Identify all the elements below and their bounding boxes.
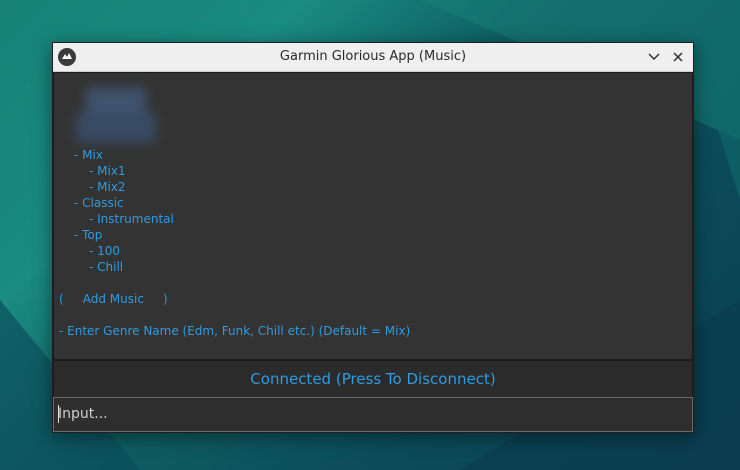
app-window: Garmin Glorious App (Music) - Mix - Mix1… <box>52 42 694 433</box>
tree-item-top[interactable]: - Top <box>74 227 102 243</box>
input-container <box>53 397 693 432</box>
command-input[interactable] <box>58 398 686 429</box>
tree-item-mix1[interactable]: - Mix1 <box>89 163 126 179</box>
title-bar[interactable]: Garmin Glorious App (Music) <box>53 43 693 72</box>
add-music-button[interactable]: ( Add Music ) <box>59 291 168 307</box>
close-button[interactable] <box>670 49 686 65</box>
minimize-button[interactable] <box>646 49 662 65</box>
tree-item-classic[interactable]: - Classic <box>74 195 124 211</box>
tree-item-mix[interactable]: - Mix <box>74 147 103 163</box>
tree-item-100[interactable]: - 100 <box>89 243 120 259</box>
close-icon <box>673 52 683 62</box>
tree-item-chill[interactable]: - Chill <box>89 259 123 275</box>
disconnect-button[interactable]: Connected (Press To Disconnect) <box>53 360 693 398</box>
window-title: Garmin Glorious App (Music) <box>279 49 467 64</box>
chevron-down-icon <box>648 53 660 60</box>
tree-item-mix2[interactable]: - Mix2 <box>89 179 126 195</box>
blurred-avatar <box>76 88 156 143</box>
genre-prompt: - Enter Genre Name (Edm, Funk, Chill etc… <box>59 324 411 338</box>
connection-status: Connected (Press To Disconnect) <box>250 370 496 388</box>
tree-item-instrumental[interactable]: - Instrumental <box>89 211 174 227</box>
music-panel: - Mix - Mix1 - Mix2 - Classic - Instrume… <box>53 72 693 360</box>
